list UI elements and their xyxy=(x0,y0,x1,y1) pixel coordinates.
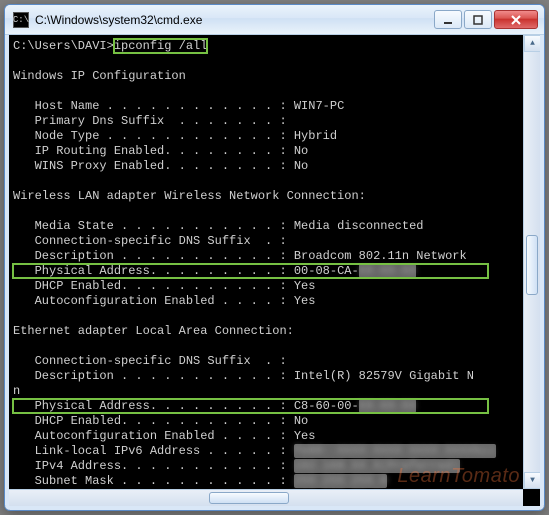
eth-desc-value: Intel(R) 82579V Gigabit N xyxy=(294,369,474,383)
vertical-scroll-thumb[interactable] xyxy=(526,235,538,295)
eth-autoconf-value: Yes xyxy=(294,429,316,443)
eth-desc-label: Description . . . . . . . . . . . : xyxy=(13,369,287,383)
eth-autoconf-label: Autoconfiguration Enabled . . . . : xyxy=(13,429,287,443)
cmd-icon: C:\ xyxy=(13,12,29,28)
maximize-button[interactable] xyxy=(464,10,492,29)
command-input: ipconfig /all xyxy=(114,39,208,53)
wlan-phys-label: Physical Address. . . . . . . . . : xyxy=(13,264,287,278)
horizontal-scrollbar[interactable]: ◀ ▶ xyxy=(9,489,523,506)
wlan-autoconf-value: Yes xyxy=(294,294,316,308)
prompt-gt: > xyxy=(107,39,114,53)
subnet-label: Subnet Mask . . . . . . . . . . . : xyxy=(13,474,287,488)
eth-phys-value: C8-60-00- xyxy=(294,399,359,413)
ipv4-label: IPv4 Address. . . . . . . . . . . : xyxy=(13,459,287,473)
linklocal-label: Link-local IPv6 Address . . . . . : xyxy=(13,444,287,458)
eth-desc-trail: n xyxy=(13,384,20,398)
watermark: LearnTomato xyxy=(397,465,520,488)
eth-dhcp-value: No xyxy=(294,414,308,428)
close-button[interactable] xyxy=(494,10,538,29)
linklocal-value: fe80::XXXX:XXXX:XXXX:XXXX%11 xyxy=(294,444,496,458)
prompt-path: C:\Users\DAVI xyxy=(13,39,107,53)
wlan-phys-redacted: XX-XX-XX xyxy=(359,264,417,278)
section-header-eth: Ethernet adapter Local Area Connection: xyxy=(13,324,294,338)
vertical-scrollbar[interactable]: ▲ ▼ xyxy=(523,35,540,489)
wlan-desc-label: Description . . . . . . . . . . . : xyxy=(13,249,287,263)
eth-dhcp-label: DHCP Enabled. . . . . . . . . . . : xyxy=(13,414,287,428)
hostname-value: WIN7-PC xyxy=(294,99,344,113)
wlan-dhcp-label: DHCP Enabled. . . . . . . . . . . : xyxy=(13,279,287,293)
horizontal-scroll-thumb[interactable] xyxy=(209,492,289,504)
eth-phys-label: Physical Address. . . . . . . . . : xyxy=(13,399,287,413)
primary-dns-label: Primary Dns Suffix . . . . . . . : xyxy=(13,114,287,128)
section-header-wlan: Wireless LAN adapter Wireless Network Co… xyxy=(13,189,366,203)
node-type-label: Node Type . . . . . . . . . . . . : xyxy=(13,129,287,143)
titlebar[interactable]: C:\ C:\Windows\system32\cmd.exe xyxy=(5,5,544,35)
wlan-autoconf-label: Autoconfiguration Enabled . . . . : xyxy=(13,294,287,308)
wins-proxy-label: WINS Proxy Enabled. . . . . . . . : xyxy=(13,159,287,173)
console-output[interactable]: C:\Users\DAVI>ipconfig /all Windows IP C… xyxy=(5,35,544,510)
wlan-physical-row: Physical Address. . . . . . . . . : 00-0… xyxy=(13,264,488,278)
wins-proxy-value: No xyxy=(294,159,308,173)
wlan-dhcp-value: Yes xyxy=(294,279,316,293)
eth-dns-suffix-label: Connection-specific DNS Suffix . : xyxy=(13,354,287,368)
scroll-up-button[interactable]: ▲ xyxy=(524,35,541,52)
minimize-icon xyxy=(443,15,453,25)
wlan-phys-value: 00-08-CA- xyxy=(294,264,359,278)
close-icon xyxy=(510,14,522,26)
wlan-dns-suffix-label: Connection-specific DNS Suffix . : xyxy=(13,234,287,248)
window-title: C:\Windows\system32\cmd.exe xyxy=(35,13,432,27)
scroll-down-button[interactable]: ▼ xyxy=(524,472,541,489)
cmd-window: C:\ C:\Windows\system32\cmd.exe C:\Users… xyxy=(4,4,545,511)
media-state-label: Media State . . . . . . . . . . . : xyxy=(13,219,287,233)
hostname-label: Host Name . . . . . . . . . . . . : xyxy=(13,99,287,113)
section-header-ipconfig: Windows IP Configuration xyxy=(13,69,186,83)
eth-phys-redacted: XX-XX-XX xyxy=(359,399,417,413)
eth-physical-row: Physical Address. . . . . . . . . : C8-6… xyxy=(13,399,488,413)
maximize-icon xyxy=(473,15,483,25)
minimize-button[interactable] xyxy=(434,10,462,29)
subnet-value: 255.255.255.0 xyxy=(294,474,388,488)
media-state-value: Media disconnected xyxy=(294,219,424,233)
node-type-value: Hybrid xyxy=(294,129,337,143)
ip-routing-value: No xyxy=(294,144,308,158)
wlan-desc-value: Broadcom 802.11n Network xyxy=(294,249,467,263)
ip-routing-label: IP Routing Enabled. . . . . . . . : xyxy=(13,144,287,158)
